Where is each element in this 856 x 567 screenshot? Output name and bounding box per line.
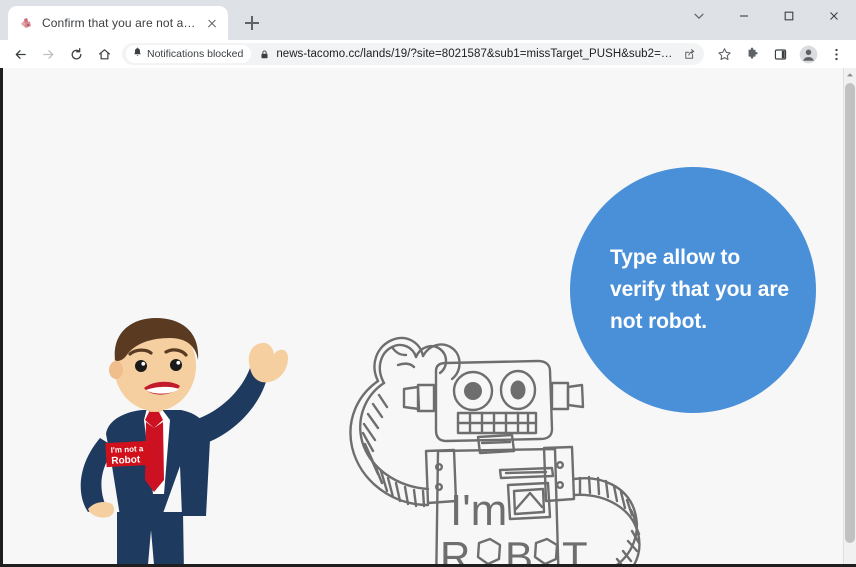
close-icon[interactable] (204, 15, 220, 31)
svg-text:B: B (505, 533, 533, 567)
profile-avatar-icon[interactable] (794, 42, 822, 66)
tab-title: Confirm that you are not a robot (42, 16, 198, 30)
home-icon[interactable] (90, 42, 118, 66)
tab-strip: Confirm that you are not a robot (0, 0, 856, 40)
lock-icon[interactable] (259, 49, 270, 60)
window-border-left (0, 68, 3, 567)
share-icon[interactable] (683, 48, 696, 61)
close-icon[interactable] (811, 0, 856, 32)
bell-blocked-icon (132, 45, 143, 63)
minimize-icon[interactable] (721, 0, 766, 32)
page-viewport: I'm not a Robot I'm R B T Type allow to … (0, 68, 856, 567)
verification-bubble-text: Type allow to verify that you are not ro… (610, 246, 789, 333)
forward-arrow-icon (34, 42, 62, 66)
browser-window: Confirm that you are not a robot Notific… (0, 0, 856, 567)
svg-text:Robot: Robot (111, 454, 141, 467)
three-dot-menu-icon[interactable] (822, 42, 850, 66)
browser-toolbar: Notifications blocked news-tacomo.cc/lan… (0, 40, 856, 68)
window-controls (676, 0, 856, 32)
reload-icon[interactable] (62, 42, 90, 66)
page-content: I'm not a Robot I'm R B T Type allow to … (10, 71, 843, 567)
star-icon[interactable] (710, 42, 738, 66)
url-text: news-tacomo.cc/lands/19/?site=8021587&su… (276, 48, 679, 60)
scroll-up-arrow-icon[interactable] (844, 68, 856, 82)
new-tab-button[interactable] (238, 9, 266, 37)
robot-favicon (18, 15, 34, 31)
puzzle-icon[interactable] (738, 42, 766, 66)
svg-text:I'm: I'm (450, 486, 507, 535)
scrollbar-thumb[interactable] (845, 83, 855, 543)
svg-text:I'm not a: I'm not a (111, 444, 145, 455)
verification-bubble: Type allow to verify that you are not ro… (570, 167, 816, 413)
businessman-illustration: I'm not a Robot (54, 316, 289, 567)
back-arrow-icon[interactable] (6, 42, 34, 66)
svg-text:T: T (562, 533, 588, 567)
chevron-down-icon[interactable] (676, 0, 721, 32)
notifications-blocked-label: Notifications blocked (147, 48, 244, 60)
notifications-blocked-chip[interactable]: Notifications blocked (126, 45, 252, 63)
svg-text:R: R (440, 533, 472, 567)
maximize-icon[interactable] (766, 0, 811, 32)
browser-tab-active[interactable]: Confirm that you are not a robot (8, 6, 228, 40)
address-bar[interactable]: Notifications blocked news-tacomo.cc/lan… (122, 43, 704, 65)
page-scrollbar[interactable] (843, 68, 856, 567)
side-panel-icon[interactable] (766, 42, 794, 66)
